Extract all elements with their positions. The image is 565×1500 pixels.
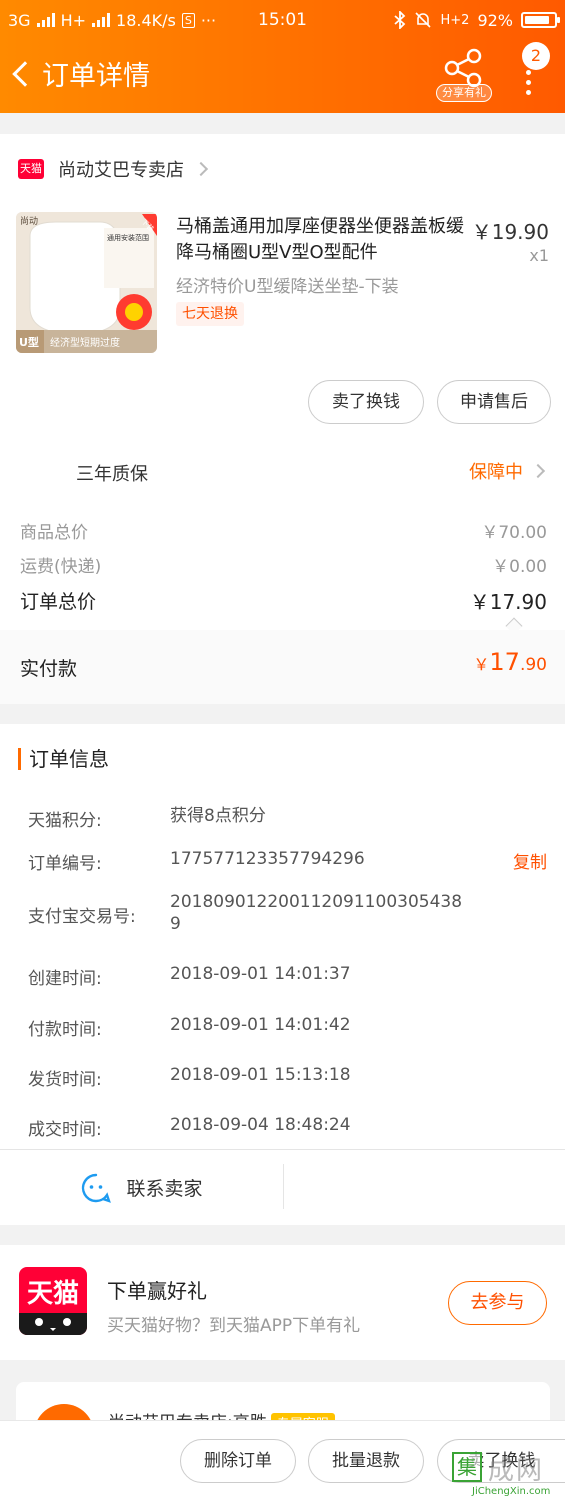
batch-refund-button[interactable]: 批量退款 <box>308 1439 424 1483</box>
goods-total-row: 商品总价 ￥70.00 <box>20 518 547 543</box>
signal-icon-2 <box>92 13 111 27</box>
status-bar: 3G H+ 18.4K/s S ··· 15:01 H+2 92% <box>8 8 560 32</box>
s-badge-icon: S <box>181 12 195 28</box>
status-time: 15:01 <box>258 10 307 30</box>
store-name: 尚动艾巴专卖店 <box>58 160 184 181</box>
network-hplus-label: H+ <box>60 10 87 30</box>
warranty-status: 保障中 <box>469 462 523 483</box>
order-total-row: 订单总价 ￥17.90 <box>20 586 547 615</box>
network-speed: 18.4K/s <box>116 10 176 30</box>
network-h2-label: H+2 <box>440 12 470 28</box>
promo-subtitle: 买天猫好物？到天猫APP下单有礼 <box>107 1316 361 1336</box>
order-total-label: 订单总价 <box>20 591 97 613</box>
warranty-status-link[interactable]: 保障中 <box>469 458 546 484</box>
copy-button[interactable]: 复制 <box>513 848 547 873</box>
shipping-row: 运费(快递) ￥0.00 <box>20 552 547 577</box>
info-label-paid: 付款时间: <box>28 1020 102 1040</box>
watermark-text: 成网 <box>488 1456 545 1486</box>
paid-dec: .90 <box>519 655 547 675</box>
seven-day-return-tag: 七天退换 <box>176 302 244 326</box>
tmall-cat-face <box>19 1313 87 1335</box>
info-value-shipped: 2018-09-01 15:13:18 <box>170 1065 351 1085</box>
info-value-paid: 2018-09-01 14:01:42 <box>170 1015 351 1035</box>
paid-currency: ￥ <box>473 655 490 674</box>
product-sku: 经济特价U型缓降送坐垫-下装 <box>176 277 399 297</box>
promo-card: 天猫 下单赢好礼 买天猫好物？到天猫APP下单有礼 去参与 <box>0 1245 565 1360</box>
chevron-right-icon <box>193 161 209 177</box>
nav-bar: 订单详情 分享有礼 2 <box>0 42 565 104</box>
status-left: 3G H+ 18.4K/s S ··· <box>8 11 216 30</box>
product-range-text: 通用安装范围 <box>107 233 149 242</box>
message-count-badge: 2 <box>522 42 550 70</box>
shipping-value: ￥0.00 <box>492 557 547 577</box>
info-value-alipay: 2018090122001120911003054389 <box>170 892 463 934</box>
network-3g-label: 3G <box>8 10 31 30</box>
paid-label: 实付款 <box>20 658 78 680</box>
info-label-completed: 成交时间: <box>28 1120 102 1140</box>
tmall-logo-icon: 天猫 <box>19 1267 87 1335</box>
product-type-text: U型 <box>19 335 39 349</box>
promo-title: 下单赢好礼 <box>107 1279 207 1303</box>
paid-value: ￥17.90 <box>473 648 547 676</box>
order-total-value: ￥17.90 <box>469 590 547 614</box>
chevron-left-icon <box>12 60 38 87</box>
mute-bell-icon <box>415 12 432 28</box>
vertical-divider <box>283 1164 284 1209</box>
status-right: H+2 92% <box>394 10 560 30</box>
shipping-label: 运费(快递) <box>20 557 102 577</box>
info-value-points: 获得8点积分 <box>170 806 266 826</box>
goods-total-label: 商品总价 <box>20 523 88 543</box>
chat-smile-icon <box>82 1173 112 1203</box>
delete-order-button[interactable]: 删除订单 <box>180 1439 296 1483</box>
product-brand-text: 尚动 <box>20 215 38 227</box>
tmall-badge-icon: 天猫 <box>18 159 44 179</box>
join-promo-button[interactable]: 去参与 <box>448 1281 547 1325</box>
info-label-shipped: 发货时间: <box>28 1070 102 1090</box>
product-quantity: x1 <box>529 246 549 265</box>
info-label-created: 创建时间: <box>28 969 102 989</box>
product-price: ￥19.90 <box>471 220 549 244</box>
back-button[interactable]: 订单详情 <box>8 54 150 93</box>
chevron-right-icon <box>530 463 546 479</box>
info-label-points: 天猫积分: <box>28 811 102 831</box>
more-menu-button[interactable]: 2 <box>516 42 556 96</box>
site-watermark: 集 成网 JiChengXin.com <box>448 1450 564 1498</box>
share-button[interactable]: 分享有礼 <box>436 48 492 104</box>
header: 3G H+ 18.4K/s S ··· 15:01 H+2 92% 订单详情 分… <box>0 0 565 113</box>
battery-icon <box>521 12 560 28</box>
contact-seller-label: 联系卖家 <box>126 1178 203 1200</box>
order-info-title: 订单信息 <box>18 748 109 770</box>
info-label-order-no: 订单编号: <box>28 854 102 874</box>
product-title[interactable]: 马桶盖通用加厚座便器坐便器盖板缓降马桶圈U型V型O型配件 <box>176 214 466 266</box>
contact-seller-button[interactable]: 联系卖家 <box>0 1150 283 1225</box>
page-title: 订单详情 <box>42 61 150 92</box>
info-value-created: 2018-09-01 14:01:37 <box>170 964 351 984</box>
more-vertical-icon <box>526 70 531 100</box>
product-thumbnail: 尚动 下装 通用安装范围 U型 经济型短期过度 <box>16 212 157 353</box>
product-image[interactable]: 尚动 下装 通用安装范围 U型 经济型短期过度 <box>16 212 157 353</box>
watermark-url: JiChengXin.com <box>472 1486 551 1497</box>
signal-icon <box>36 13 55 27</box>
order-product-card: 天猫 尚动艾巴专卖店 尚动 下装 通用安装范围 U型 经济型短期过度 马桶盖通用… <box>0 134 565 704</box>
battery-percent: 92% <box>477 10 513 30</box>
info-value-order-no: 177577123357794296 <box>170 849 365 869</box>
store-link[interactable]: 天猫 尚动艾巴专卖店 <box>18 154 209 184</box>
watermark-logo: 集 <box>452 1452 482 1482</box>
tmall-logo-text: 天猫 <box>26 1279 79 1309</box>
order-info-card: 订单信息 天猫积分: 获得8点积分 订单编号: 1775771233577942… <box>0 724 565 1225</box>
share-icon <box>444 48 482 88</box>
product-bottom-text: 经济型短期过度 <box>50 336 120 349</box>
info-value-completed: 2018-09-04 18:48:24 <box>170 1115 351 1135</box>
share-label: 分享有礼 <box>436 84 492 102</box>
paid-amount-band: 实付款 ￥17.90 <box>0 630 565 704</box>
apply-after-sale-button[interactable]: 申请售后 <box>437 380 551 424</box>
paid-int: 17 <box>489 648 520 676</box>
info-label-alipay: 支付宝交易号: <box>28 907 136 927</box>
bluetooth-icon <box>394 11 406 29</box>
sell-for-cash-button[interactable]: 卖了换钱 <box>308 380 424 424</box>
warranty-label: 三年质保 <box>76 464 148 485</box>
goods-total-value: ￥70.00 <box>481 523 547 543</box>
more-status-dots: ··· <box>200 10 217 30</box>
